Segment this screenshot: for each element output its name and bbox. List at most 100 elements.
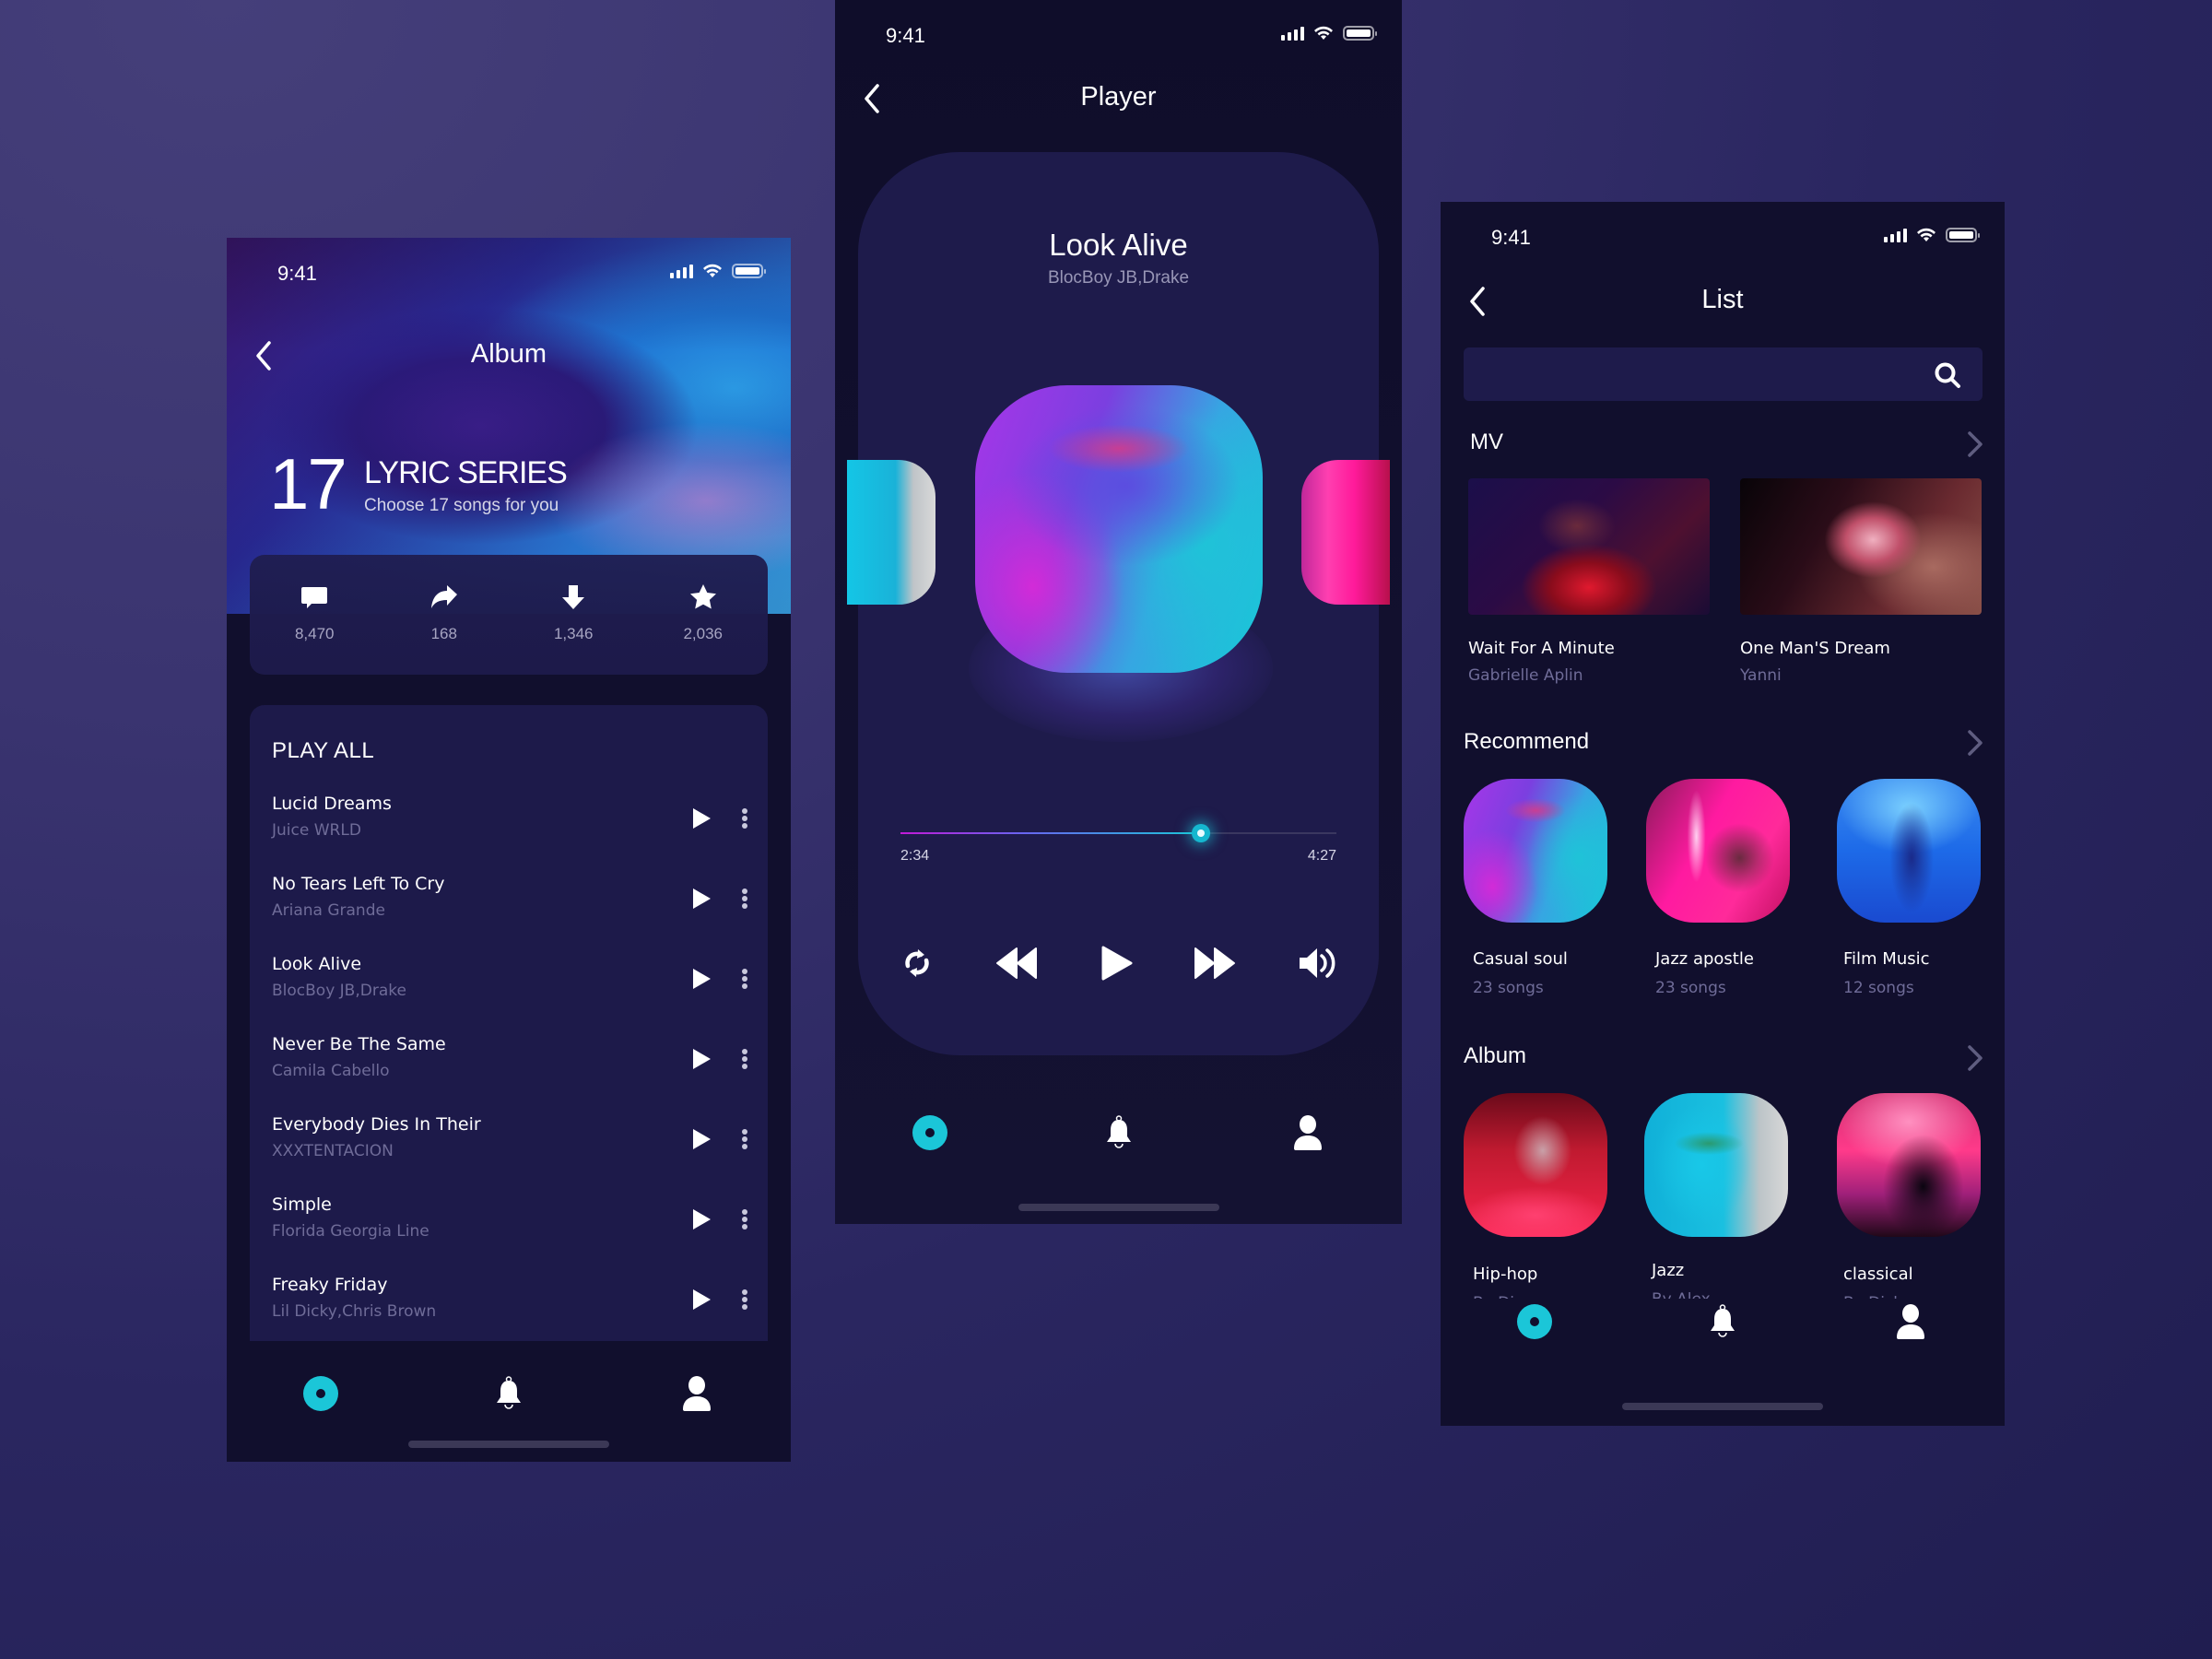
section-title-recommend: Recommend <box>1464 729 1590 754</box>
more-options-icon[interactable] <box>740 1127 749 1151</box>
playlist-count: 23 songs <box>1655 979 1726 997</box>
now-playing-artist: BlocBoy JB,Drake <box>1047 268 1190 288</box>
mv-thumbnail[interactable] <box>1740 478 1982 615</box>
battery-icon <box>1343 26 1377 41</box>
album-cover[interactable] <box>1837 1093 1981 1237</box>
battery-icon <box>1946 228 1980 242</box>
section-title-mv: MV <box>1470 429 1503 454</box>
play-icon[interactable] <box>690 1127 712 1151</box>
song-artist: Ariana Grande <box>272 901 385 920</box>
next-cover[interactable] <box>1301 460 1390 605</box>
repeat-icon[interactable] <box>900 946 934 981</box>
stat-comments[interactable]: 8,470 <box>250 555 380 675</box>
song-row[interactable]: Look Alive BlocBoy JB,Drake <box>250 950 768 1030</box>
search-input[interactable] <box>1464 347 1983 401</box>
profile-icon <box>683 1376 711 1411</box>
song-row[interactable]: No Tears Left To Cry Ariana Grande <box>250 870 768 950</box>
wifi-icon <box>1314 26 1333 40</box>
playlist-cover[interactable] <box>1464 779 1607 923</box>
tab-bar <box>1441 1289 2005 1354</box>
song-title: Freaky Friday <box>272 1275 388 1295</box>
stat-shares[interactable]: 168 <box>380 555 510 675</box>
nav-bar: Player <box>835 71 1402 126</box>
more-options-icon[interactable] <box>740 1047 749 1071</box>
tab-profile[interactable] <box>1817 1304 2005 1339</box>
previous-cover[interactable] <box>847 460 935 605</box>
tab-notifications[interactable] <box>1024 1115 1213 1150</box>
play-icon[interactable] <box>690 967 712 991</box>
page-title: Album <box>470 339 547 369</box>
tab-music[interactable] <box>227 1376 415 1411</box>
playlist-title[interactable]: Casual soul <box>1473 949 1568 969</box>
song-artist: Camila Cabello <box>272 1062 390 1080</box>
hero-title: LYRIC SERIES <box>364 455 568 490</box>
playlist-count: 12 songs <box>1843 979 1914 997</box>
more-options-icon[interactable] <box>740 887 749 911</box>
home-indicator <box>1018 1204 1219 1211</box>
now-playing-title: Look Alive <box>1049 228 1188 262</box>
progress-knob[interactable] <box>1192 824 1211 842</box>
chevron-right-icon[interactable] <box>1966 1044 1984 1072</box>
bell-icon <box>497 1376 521 1409</box>
album-title[interactable]: Hip-hop <box>1473 1265 1537 1284</box>
status-bar: 9:41 <box>1441 202 2005 276</box>
progress-slider[interactable] <box>900 824 1336 842</box>
playback-controls <box>900 940 1336 986</box>
play-icon[interactable] <box>690 1207 712 1231</box>
playlist-cover[interactable] <box>1837 779 1981 923</box>
play-icon[interactable] <box>690 1047 712 1071</box>
more-options-icon[interactable] <box>740 967 749 991</box>
tab-music[interactable] <box>835 1115 1024 1150</box>
volume-icon[interactable] <box>1298 945 1336 982</box>
music-disc-icon <box>912 1115 947 1150</box>
playlist-cover[interactable] <box>1646 779 1790 923</box>
status-time: 9:41 <box>886 24 925 47</box>
song-row[interactable]: Everybody Dies In Their XXXTENTACION <box>250 1111 768 1191</box>
stat-value: 8,470 <box>294 625 335 642</box>
song-title: Simple <box>272 1194 332 1215</box>
current-time: 2:34 <box>900 848 930 864</box>
stat-favorites[interactable]: 2,036 <box>639 555 769 675</box>
progress-fill <box>900 832 1202 834</box>
album-title[interactable]: Jazz <box>1652 1261 1684 1280</box>
chevron-right-icon[interactable] <box>1966 430 1984 458</box>
stat-downloads[interactable]: 1,346 <box>509 555 639 675</box>
tab-music[interactable] <box>1441 1304 1629 1339</box>
fast-forward-icon[interactable] <box>1194 946 1236 981</box>
tab-notifications[interactable] <box>415 1376 603 1411</box>
mv-title[interactable]: One Man'S Dream <box>1740 639 1890 658</box>
play-icon[interactable] <box>1100 945 1133 982</box>
more-options-icon[interactable] <box>740 1288 749 1312</box>
mv-thumbnail[interactable] <box>1468 478 1710 615</box>
playlist-title[interactable]: Jazz apostle <box>1655 949 1754 969</box>
status-bar: 9:41 <box>835 0 1402 74</box>
song-list-panel: PLAY ALL Lucid Dreams Juice WRLD No Tears … <box>250 705 768 1341</box>
album-title[interactable]: classical <box>1843 1265 1913 1284</box>
tab-profile[interactable] <box>1213 1115 1402 1150</box>
album-cover[interactable] <box>1464 1093 1607 1237</box>
signal-icon <box>670 264 693 278</box>
song-row[interactable]: Freaky Friday Lil Dicky,Chris Brown <box>250 1271 768 1341</box>
song-row[interactable]: Never Be The Same Camila Cabello <box>250 1030 768 1111</box>
song-row[interactable]: Lucid Dreams Juice WRLD <box>250 790 768 870</box>
play-icon[interactable] <box>690 887 712 911</box>
playlist-title[interactable]: Film Music <box>1843 949 1930 969</box>
rewind-icon[interactable] <box>995 946 1038 981</box>
song-row[interactable]: Simple Florida Georgia Line <box>250 1191 768 1271</box>
tab-profile[interactable] <box>603 1376 791 1411</box>
play-all-button[interactable]: PLAY ALL <box>272 738 374 764</box>
more-options-icon[interactable] <box>740 806 749 830</box>
tab-notifications[interactable] <box>1629 1304 1817 1339</box>
nav-bar: List <box>1441 274 2005 329</box>
download-icon <box>562 585 585 609</box>
mv-title[interactable]: Wait For A Minute <box>1468 639 1615 658</box>
play-icon[interactable] <box>690 806 712 830</box>
play-icon[interactable] <box>690 1288 712 1312</box>
search-icon[interactable] <box>1933 360 1962 390</box>
album-screen: 9:41 Album 17 LYRIC SERIES Choose 17 son… <box>227 238 791 1462</box>
tab-bar <box>227 1361 791 1426</box>
more-options-icon[interactable] <box>740 1207 749 1231</box>
album-cover[interactable] <box>1644 1093 1788 1237</box>
chevron-right-icon[interactable] <box>1966 729 1984 757</box>
status-time: 9:41 <box>277 262 317 285</box>
